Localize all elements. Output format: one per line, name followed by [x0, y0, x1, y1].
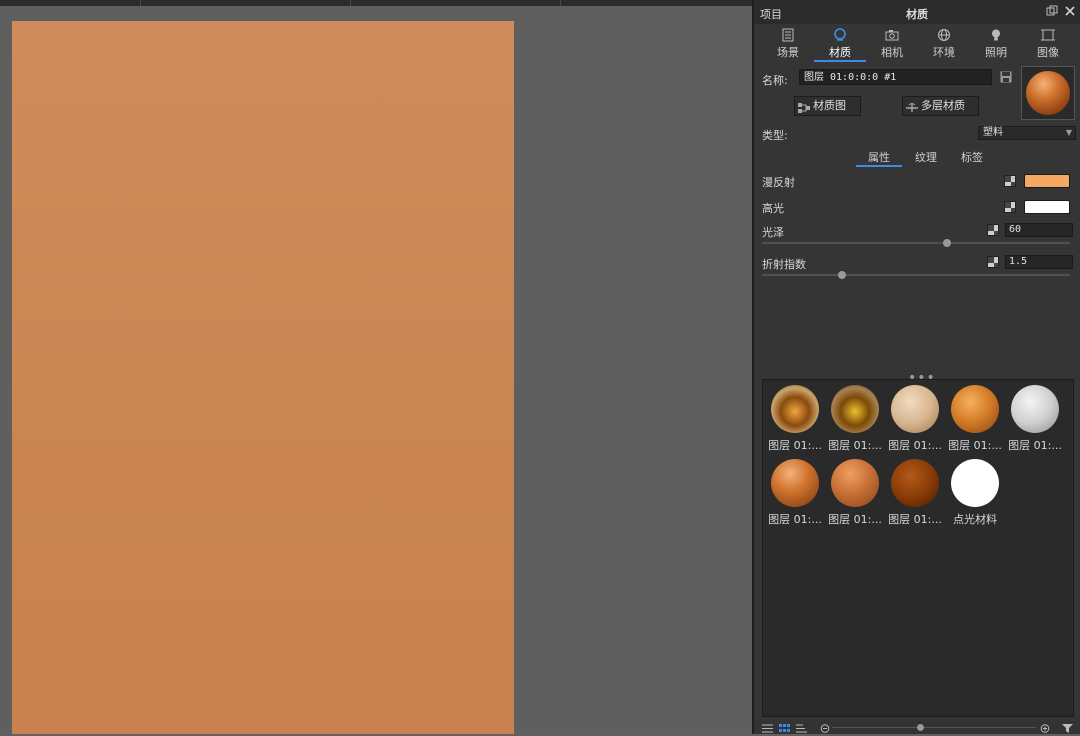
library-material-item[interactable]: 图层 01:...	[885, 382, 945, 452]
material-thumbnail	[891, 459, 939, 507]
tab-material-label: 材质	[829, 46, 851, 59]
camera-icon	[885, 28, 899, 42]
filter-icon[interactable]	[1062, 723, 1073, 733]
tab-lighting[interactable]: 照明	[970, 26, 1022, 62]
library-material-item[interactable]: 点光材料	[945, 456, 1005, 526]
ior-value-field[interactable]: 1.5	[1005, 255, 1073, 269]
material-item-label: 图层 01:...	[948, 439, 1002, 452]
ior-label: 折射指数	[762, 258, 806, 271]
subtab-properties[interactable]: 属性	[856, 149, 902, 167]
ior-texture-icon[interactable]	[987, 256, 999, 268]
material-type-value: 塑料	[983, 127, 1003, 138]
panel-title-bar: 项目 材质	[754, 0, 1080, 24]
library-material-item[interactable]: 图层 01:...	[825, 456, 885, 526]
material-thumbnail	[1011, 385, 1059, 433]
material-item-label: 图层 01:...	[828, 513, 882, 526]
main-tabs: 场景 材质 相机 环境 照明 图像	[754, 26, 1080, 62]
image-icon	[1041, 28, 1055, 42]
material-graph-icon	[798, 101, 810, 113]
library-material-item[interactable]: 图层 01:...	[765, 456, 825, 526]
tab-lighting-label: 照明	[985, 46, 1007, 59]
multi-layer-icon	[906, 101, 918, 112]
ior-slider[interactable]	[762, 271, 1070, 279]
library-bottom-bar	[754, 721, 1080, 734]
diffuse-color-swatch[interactable]	[1024, 174, 1070, 188]
scene-icon	[781, 28, 795, 42]
material-preview[interactable]	[1021, 66, 1075, 120]
gloss-texture-icon[interactable]	[987, 224, 999, 236]
environment-icon	[937, 28, 951, 42]
grid-view-icon[interactable]	[779, 723, 790, 732]
multi-layer-material-button[interactable]: 多层材质	[902, 96, 979, 116]
material-thumbnail	[771, 459, 819, 507]
render-viewport[interactable]	[0, 6, 752, 734]
render-canvas[interactable]	[12, 21, 514, 734]
library-material-item[interactable]: 图层 01:...	[765, 382, 825, 452]
material-preview-sphere	[1026, 71, 1070, 115]
gloss-label: 光泽	[762, 226, 784, 239]
specular-texture-icon[interactable]	[1004, 201, 1016, 213]
diffuse-texture-icon[interactable]	[1004, 175, 1016, 187]
material-item-label: 图层 01:...	[888, 439, 942, 452]
material-item-label: 图层 01:...	[888, 513, 942, 526]
material-thumbnail	[831, 385, 879, 433]
subtab-labels[interactable]: 标签	[950, 149, 994, 165]
tab-image-label: 图像	[1037, 46, 1059, 59]
ior-slider-handle[interactable]	[838, 271, 847, 279]
material-type-dropdown[interactable]: 塑料 ▼	[978, 126, 1076, 140]
thumbnail-size-handle[interactable]	[917, 724, 924, 731]
library-material-item[interactable]: 图层 01:...	[1005, 382, 1065, 452]
material-thumbnail	[891, 385, 939, 433]
subtab-texture[interactable]: 纹理	[904, 149, 948, 165]
material-item-label: 图层 01:...	[768, 513, 822, 526]
close-icon[interactable]	[1064, 5, 1076, 17]
tab-image[interactable]: 图像	[1022, 26, 1074, 62]
material-item-label: 图层 01:...	[1008, 439, 1062, 452]
library-material-item[interactable]: 图层 01:...	[825, 382, 885, 452]
specular-color-swatch[interactable]	[1024, 200, 1070, 214]
lighting-icon	[989, 28, 1003, 42]
tab-scene[interactable]: 场景	[762, 26, 814, 62]
material-item-label: 图层 01:...	[768, 439, 822, 452]
save-icon[interactable]	[1000, 71, 1012, 83]
thumbnail-size-slider[interactable]	[832, 727, 1036, 728]
material-thumbnail	[771, 385, 819, 433]
library-material-item[interactable]: 图层 01:...	[885, 456, 945, 526]
name-label: 名称:	[762, 74, 788, 87]
material-item-label: 图层 01:...	[828, 439, 882, 452]
material-name-field[interactable]: 图层 01:0:0:0 #1	[799, 69, 992, 85]
material-panel: 项目 材质 场景 材质 相机 环境 照明 图像 名称: 图层 01:0:0:0 …	[752, 0, 1080, 734]
detail-view-icon[interactable]	[796, 723, 807, 733]
multi-layer-label: 多层材质	[921, 99, 965, 112]
gloss-slider-handle[interactable]	[942, 239, 951, 247]
material-item-label: 点光材料	[953, 513, 997, 526]
panel-title: 材质	[906, 8, 928, 21]
restore-window-icon[interactable]	[1046, 5, 1058, 17]
material-library: 图层 01:... 图层 01:... 图层 01:... 图层 01:... …	[762, 379, 1074, 717]
diffuse-label: 漫反射	[762, 176, 795, 189]
tab-material[interactable]: 材质	[814, 26, 866, 62]
tab-camera-label: 相机	[881, 46, 903, 59]
list-view-icon[interactable]	[762, 723, 773, 733]
tab-camera[interactable]: 相机	[866, 26, 918, 62]
tab-environment[interactable]: 环境	[918, 26, 970, 62]
tab-environment-label: 环境	[933, 46, 955, 59]
gloss-slider[interactable]	[762, 239, 1070, 247]
material-thumbnail	[951, 385, 999, 433]
library-material-item[interactable]: 图层 01:...	[945, 382, 1005, 452]
material-thumbnail	[831, 459, 879, 507]
specular-label: 高光	[762, 202, 784, 215]
zoom-in-icon[interactable]	[1040, 723, 1051, 733]
zoom-out-icon[interactable]	[820, 723, 831, 733]
tab-scene-label: 场景	[777, 46, 799, 59]
material-thumbnail	[951, 459, 999, 507]
gloss-value-field[interactable]: 60	[1005, 223, 1073, 237]
material-graph-label: 材质图	[813, 99, 846, 112]
material-graph-button[interactable]: 材质图	[794, 96, 861, 116]
chevron-down-icon: ▼	[1065, 128, 1072, 137]
material-icon	[833, 28, 847, 42]
type-label: 类型:	[762, 129, 788, 142]
